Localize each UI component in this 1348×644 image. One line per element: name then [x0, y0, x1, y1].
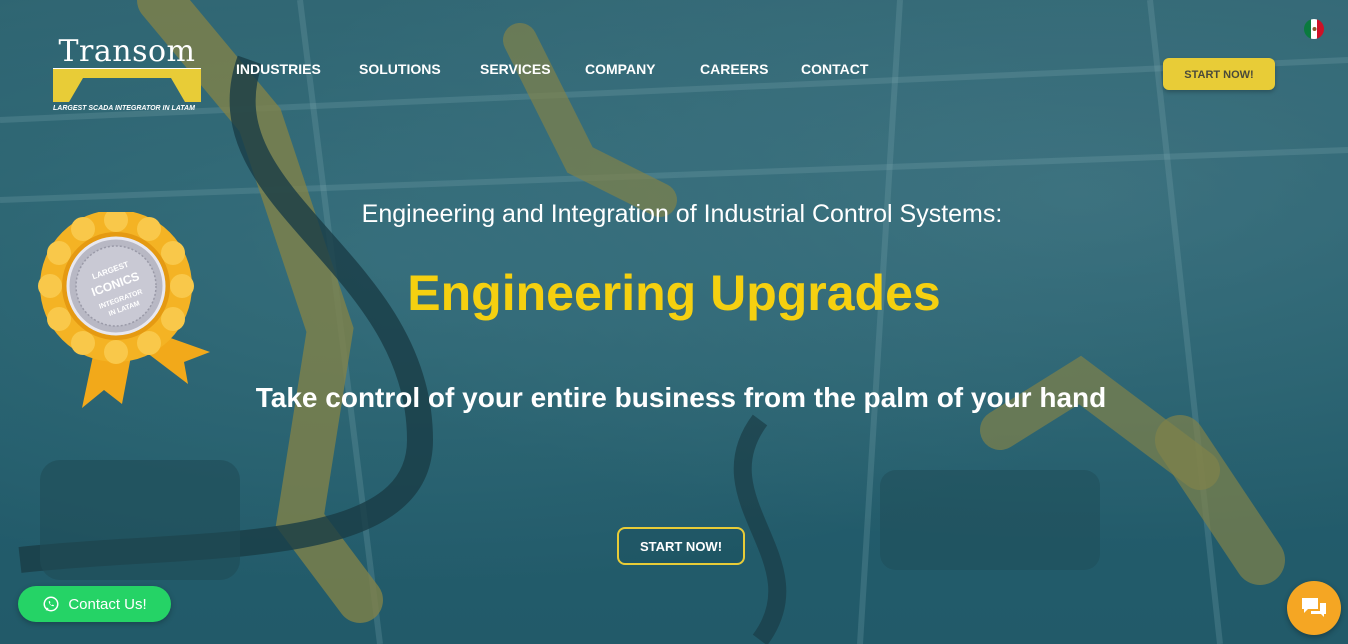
whatsapp-icon [43, 596, 59, 612]
nav-item-solutions[interactable]: SOLUTIONS [359, 61, 441, 77]
live-chat-button[interactable] [1287, 581, 1341, 635]
whatsapp-contact-button[interactable]: Contact Us! [18, 586, 171, 622]
site-logo[interactable]: Transom LARGEST SCADA INTEGRATOR IN LATA… [53, 34, 201, 116]
hero-start-button[interactable]: START NOW! [617, 527, 745, 565]
nav-item-services[interactable]: SERVICES [480, 61, 551, 77]
hero-subtitle: Engineering and Integration of Industria… [361, 200, 1003, 228]
nav-item-industries[interactable]: INDUSTRIES [236, 61, 321, 77]
hero-headline: Engineering Upgrades [407, 265, 941, 321]
header-start-button[interactable]: START NOW! [1163, 58, 1275, 90]
nav-item-contact[interactable]: CONTACT [801, 61, 868, 77]
hero-tagline: Take control of your entire business fro… [255, 382, 1107, 413]
mexico-flag-icon[interactable] [1304, 19, 1324, 39]
nav-item-company[interactable]: COMPANY [585, 61, 656, 77]
flag-emblem [1312, 27, 1317, 31]
chat-icon [1302, 598, 1326, 617]
logo-wordmark: Transom [58, 34, 196, 69]
logo-emblem [53, 68, 201, 102]
whatsapp-label: Contact Us! [68, 595, 147, 613]
nav-item-careers[interactable]: CAREERS [700, 61, 768, 77]
logo-tagline: LARGEST SCADA INTEGRATOR IN LATAM [53, 105, 195, 112]
